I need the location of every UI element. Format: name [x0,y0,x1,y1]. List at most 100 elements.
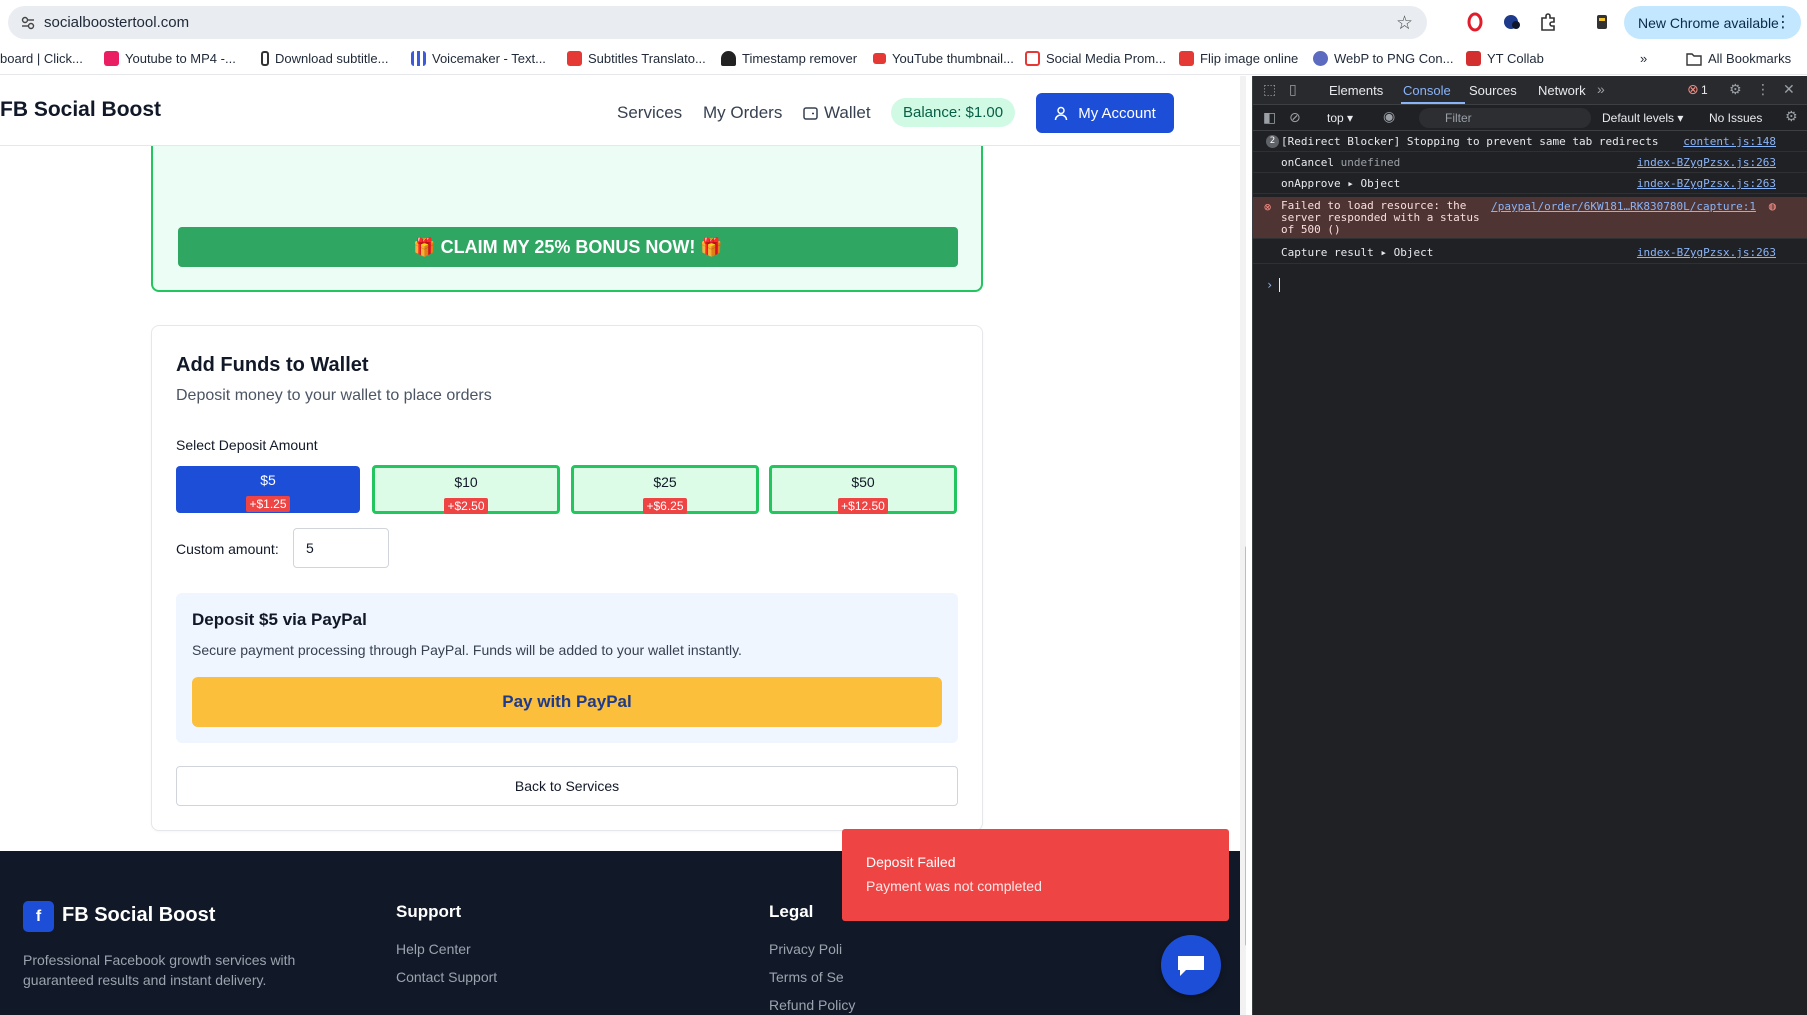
bookmark-star-icon[interactable]: ☆ [1396,12,1413,35]
log-object[interactable]: ▸ Object [1380,246,1433,259]
error-count[interactable]: 1 [1701,83,1708,97]
pay-with-paypal-button[interactable]: Pay with PayPal [192,677,942,727]
subtitle-icon [261,51,269,66]
extensions-puzzle-icon[interactable] [1538,12,1558,32]
bookmark-item[interactable]: WebP to PNG Con... [1313,51,1453,66]
live-expression-eye-icon[interactable]: ◉ [1383,108,1395,125]
error-message: Failed to load resource: the server resp… [1281,199,1480,236]
footer-refund-link[interactable]: Refund Policy [769,997,855,1013]
balance-badge: Balance: $1.00 [891,98,1016,127]
deposit-option-value: $25 [653,474,677,490]
wallet-icon [803,107,818,120]
footer-privacy-link[interactable]: Privacy Poli [769,941,842,957]
network-panel-icon[interactable]: ◍ [1769,199,1776,213]
error-count-icon[interactable]: ⊗ [1687,81,1699,98]
deposit-failed-toast[interactable]: Deposit Failed Payment was not completed [842,829,1229,921]
site-header: FB Social Boost Services My Orders Walle… [0,76,1246,146]
console-log-row[interactable]: onCancel undefined index-BZygPzsx.js:263 [1253,152,1807,173]
bookmark-label: Flip image online [1200,51,1299,66]
bookmark-item[interactable]: board | Click... [0,51,83,66]
deposit-option-25[interactable]: $25 +$6.25 [571,465,759,514]
deposit-option-5[interactable]: $5 +$1.25 [176,466,360,513]
more-bookmarks-chevron-icon[interactable]: » [1640,51,1647,66]
log-value: undefined [1340,156,1401,169]
my-account-label: My Account [1078,104,1156,122]
bookmark-item[interactable]: YT Collab [1466,51,1544,66]
extension-icon[interactable] [1502,12,1522,32]
bookmark-label: YT Collab [1487,51,1544,66]
nav-my-orders-link[interactable]: My Orders [703,103,782,123]
new-chrome-available-button[interactable]: New Chrome available ⋮ [1624,6,1801,39]
devtools-settings-icon[interactable]: ⚙ [1729,81,1742,98]
bookmark-item[interactable]: Timestamp remover [721,51,857,66]
site-settings-icon[interactable] [20,15,36,31]
devtools-close-icon[interactable]: ✕ [1783,81,1795,98]
all-bookmarks-button[interactable]: All Bookmarks [1686,51,1791,66]
tab-console[interactable]: Console [1403,83,1451,98]
bookmark-item[interactable]: Youtube to MP4 -... [104,51,236,66]
devtools-more-icon[interactable]: ⋮ [1756,81,1770,98]
context-selector[interactable]: top ▾ [1327,111,1353,125]
clear-console-icon[interactable]: ⊘ [1289,109,1301,126]
log-levels-dropdown[interactable]: Default levels ▾ [1602,111,1683,125]
log-source-link[interactable]: index-BZygPzsx.js:263 [1637,156,1776,169]
url-text[interactable]: socialboostertool.com [44,14,189,31]
bookmarks-bar: board | Click... Youtube to MP4 -... Dow… [0,45,1807,75]
opera-extension-icon[interactable] [1465,12,1485,32]
tab-sources[interactable]: Sources [1469,83,1517,98]
console-log-row[interactable]: onApprove ▸ Object index-BZygPzsx.js:263 [1253,173,1807,194]
console-input[interactable] [1279,278,1280,292]
my-account-button[interactable]: My Account [1036,93,1174,133]
console-filter-input[interactable]: Filter [1419,108,1591,128]
add-funds-card: Add Funds to Wallet Deposit money to you… [151,325,983,831]
address-bar[interactable]: socialboostertool.com ☆ [8,6,1427,39]
paypal-section: Deposit $5 via PayPal Secure payment pro… [176,593,958,743]
bookmark-item[interactable]: Subtitles Translato... [567,51,706,66]
tab-network[interactable]: Network [1538,83,1586,98]
error-source-link[interactable]: /paypal/order/6KW181…RK830780L/capture:1 [1491,200,1756,213]
console-prompt-chevron-icon: › [1266,278,1274,292]
issues-indicator[interactable]: No Issues [1709,111,1762,125]
bookmark-item[interactable]: YouTube thumbnail... [873,51,1014,66]
bookmark-item[interactable]: Download subtitle... [261,51,388,66]
footer-contact-support-link[interactable]: Contact Support [396,969,497,985]
bookmark-label: Download subtitle... [275,51,389,66]
page-scrollbar-thumb[interactable] [1245,546,1246,946]
inspect-element-icon[interactable]: ⬚ [1263,81,1276,98]
nav-services-link[interactable]: Services [617,103,682,123]
footer-help-center-link[interactable]: Help Center [396,941,471,957]
bookmark-label: Voicemaker - Text... [432,51,546,66]
profile-extension-icon[interactable] [1592,12,1612,32]
tab-elements[interactable]: Elements [1329,83,1383,98]
log-message: onApprove ▸ Object [1281,177,1400,190]
log-message: [Redirect Blocker] Stopping to prevent s… [1281,135,1659,148]
bookmark-item[interactable]: Flip image online [1179,51,1298,66]
more-menu-icon[interactable]: ⋮ [1775,12,1791,32]
chat-widget-button[interactable] [1161,935,1221,995]
site-brand[interactable]: FB Social Boost [0,98,161,122]
bookmark-item[interactable]: Voicemaker - Text... [411,51,546,66]
deposit-bonus-badge: +$1.25 [246,496,290,512]
console-log-row[interactable]: Capture result ▸ Object index-BZygPzsx.j… [1253,242,1807,264]
log-source-link[interactable]: index-BZygPzsx.js:263 [1637,246,1776,259]
deposit-option-50[interactable]: $50 +$12.50 [769,465,957,514]
log-message: Capture result ▸ Object [1281,246,1433,259]
custom-amount-input[interactable] [293,528,389,568]
console-log-row[interactable]: 2 [Redirect Blocker] Stopping to prevent… [1253,131,1807,152]
bookmark-item[interactable]: Social Media Prom... [1025,51,1166,66]
deposit-option-10[interactable]: $10 +$2.50 [372,465,560,514]
console-error-row[interactable]: ⊗ Failed to load resource: the server re… [1253,197,1807,239]
device-toolbar-icon[interactable]: ▯ [1289,81,1297,98]
console-toolbar: ◧ ⊘ top ▾ ◉ Filter Default levels ▾ No I… [1253,105,1807,131]
nav-wallet-link[interactable]: Wallet [803,103,871,123]
back-to-services-button[interactable]: Back to Services [176,766,958,806]
facebook-logo-icon: f [23,901,54,932]
console-settings-icon[interactable]: ⚙ [1785,108,1798,125]
sidebar-toggle-icon[interactable]: ◧ [1263,109,1276,126]
log-object[interactable]: ▸ Object [1347,177,1400,190]
footer-terms-link[interactable]: Terms of Se [769,969,844,985]
claim-bonus-button[interactable]: 🎁 CLAIM MY 25% BONUS NOW! 🎁 [178,227,958,267]
log-source-link[interactable]: content.js:148 [1683,135,1776,148]
more-tabs-chevron-icon[interactable]: » [1597,81,1605,97]
log-source-link[interactable]: index-BZygPzsx.js:263 [1637,177,1776,190]
